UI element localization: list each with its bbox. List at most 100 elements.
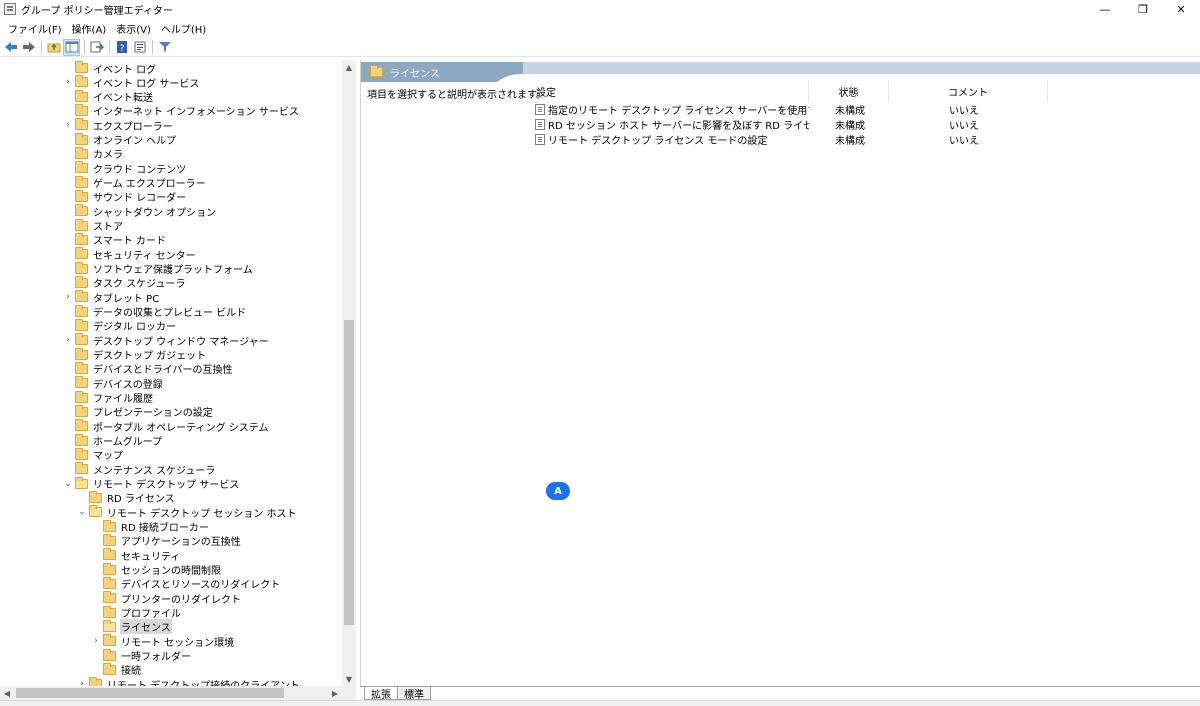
tab-extended[interactable]: 拡張	[364, 687, 398, 701]
back-icon[interactable]	[2, 39, 19, 56]
tree-horizontal-scrollbar[interactable]: ◀ ▶	[0, 686, 356, 700]
tree-item[interactable]: ゲーム エクスプローラー	[63, 175, 207, 191]
tree-item[interactable]: 一時フォルダー	[91, 648, 192, 663]
chevron-down-icon[interactable]: ⌄	[63, 477, 73, 491]
tree-item[interactable]: スマート カード	[63, 232, 167, 248]
tree-item[interactable]: クラウド コンテンツ	[63, 161, 187, 176]
chevron-right-icon[interactable]: ›	[63, 290, 73, 304]
minimize-button[interactable]: —	[1086, 0, 1124, 18]
tree-pane[interactable]: イベント ログ › イベント ログ サービス イベント転送 インターネット インフォメー…	[0, 60, 356, 686]
tree-item-label: イベント ログ	[93, 64, 157, 76]
folder-icon	[75, 447, 88, 460]
properties-icon[interactable]	[131, 39, 148, 56]
chevron-right-icon[interactable]: ›	[63, 333, 73, 347]
tree-item[interactable]: › リモート デスクトップ接続のクライアント	[77, 677, 301, 686]
tree-item[interactable]: › タブレット PC	[63, 290, 160, 305]
tree-item[interactable]: デバイスとドライバーの互換性	[63, 361, 234, 376]
tree-item[interactable]: セキュリティ	[91, 548, 181, 563]
menu-action[interactable]: 操作(A)	[67, 21, 112, 36]
tree-item[interactable]: オンライン ヘルプ	[63, 132, 177, 147]
tree-item[interactable]: › リモート セッション環境	[91, 634, 235, 649]
tree-item[interactable]: RD ライセンス	[77, 490, 176, 505]
scroll-left-arrow-icon[interactable]: ◀	[0, 686, 14, 700]
tree-item[interactable]: RD 接続ブローカー	[91, 519, 210, 534]
filter-icon[interactable]	[156, 39, 173, 56]
toolbar: ?	[0, 38, 1200, 57]
tree-item[interactable]: デバイスとリソースのリダイレクト	[91, 576, 281, 591]
tree-item[interactable]: ストア	[63, 218, 124, 233]
tree-item[interactable]: データの収集とプレビュー ビルド	[63, 304, 247, 319]
tree-item[interactable]: ホームグループ	[63, 433, 163, 448]
chevron-right-icon[interactable]: ›	[63, 118, 73, 132]
tree-vertical-scrollbar[interactable]: ▲ ▼	[342, 60, 356, 686]
tree-item[interactable]: カメラ	[63, 146, 124, 161]
tree-item[interactable]: ソフトウェア保護プラットフォーム	[63, 261, 254, 276]
tree-item[interactable]: デジタル ロッカー	[63, 318, 177, 333]
tree-item[interactable]: インターネット インフォメーション サービス	[63, 103, 300, 118]
close-button[interactable]: ✕	[1162, 0, 1200, 18]
menu-help[interactable]: ヘルプ(H)	[156, 21, 211, 36]
tree-item[interactable]: ライセンス	[91, 619, 172, 635]
tab-standard[interactable]: 標準	[397, 687, 431, 701]
scroll-thumb[interactable]	[344, 320, 354, 625]
tree-item-label: ゲーム エクスプローラー	[93, 179, 206, 191]
list-item[interactable]: リモート デスクトップ ライセンス モードの設定 未構成 いいえ	[533, 132, 1048, 147]
tree-item[interactable]: ポータブル オペレーティング システム	[63, 419, 269, 434]
restore-button[interactable]: ❐	[1124, 0, 1162, 18]
list-item[interactable]: 指定のリモート デスクトップ ライセンス サーバーを使用する 未構成 いいえ	[533, 102, 1048, 117]
tree-item[interactable]: セキュリティ センター	[63, 247, 197, 262]
tree-item[interactable]: タスク スケジューラ	[63, 275, 186, 290]
hscroll-thumb[interactable]	[16, 688, 284, 698]
gpedit-app-icon	[4, 3, 16, 15]
tree-item[interactable]: › デスクトップ ウィンドウ マネージャー	[63, 333, 270, 348]
scroll-up-arrow-icon[interactable]: ▲	[342, 60, 356, 74]
menu-view[interactable]: 表示(V)	[111, 21, 156, 36]
tree-item[interactable]: プロファイル	[91, 605, 182, 620]
tree-item-label: 接続	[121, 666, 141, 678]
up-folder-icon[interactable]	[45, 39, 62, 56]
column-header-state[interactable]: 状態	[809, 81, 889, 102]
tree-item[interactable]: イベント ログ	[63, 61, 157, 76]
scroll-right-arrow-icon[interactable]: ▶	[328, 686, 342, 700]
chevron-right-icon[interactable]: ›	[77, 677, 87, 686]
tree-item[interactable]: セッションの時間制限	[91, 562, 222, 577]
tree-item[interactable]: ⌄ リモート デスクトップ セッション ホスト	[77, 505, 298, 520]
scroll-down-arrow-icon[interactable]: ▼	[342, 672, 356, 686]
list-item[interactable]: RD セッション ホスト サーバーに影響を及ぼす RD ライセンスの問題に...…	[533, 117, 1048, 132]
chevron-down-icon[interactable]: ⌄	[77, 505, 87, 519]
tree-item-label: プレゼンテーションの設定	[93, 408, 213, 420]
folder-icon	[75, 304, 88, 317]
menu-file[interactable]: ファイル(F)	[3, 21, 67, 36]
tree-item[interactable]: › イベント ログ サービス	[63, 75, 200, 90]
forward-icon[interactable]	[20, 39, 37, 56]
tree-item[interactable]: 接続	[91, 662, 142, 678]
tree-item[interactable]: プリンターのリダイレクト	[91, 591, 242, 606]
help-icon[interactable]: ?	[113, 39, 130, 56]
tree-item[interactable]: デバイスの登録	[63, 376, 164, 391]
export-list-icon[interactable]	[88, 39, 105, 56]
folder-icon	[370, 65, 383, 77]
tree-item[interactable]: デスクトップ ガジェット	[63, 347, 207, 362]
tree-item-label: スマート カード	[93, 236, 166, 248]
tree-item[interactable]: メンテナンス スケジューラ	[63, 462, 216, 477]
show-hide-tree-icon[interactable]	[63, 38, 80, 56]
chevron-right-icon[interactable]: ›	[91, 634, 101, 648]
tree-item[interactable]: サウンド レコーダー	[63, 189, 187, 204]
tree-item[interactable]: イベント転送	[63, 89, 154, 104]
tree-item[interactable]: シャットダウン オプション	[63, 204, 217, 219]
column-header-comment[interactable]: コメント	[889, 81, 1048, 102]
tree-item[interactable]: マップ	[63, 447, 124, 462]
tree-item[interactable]: アプリケーションの互換性	[91, 533, 242, 548]
chevron-right-icon[interactable]: ›	[63, 75, 73, 89]
tree-item[interactable]: ⌄ リモート デスクトップ サービス	[63, 476, 240, 491]
tree-item[interactable]: › エクスプローラー	[63, 118, 174, 133]
tree-item[interactable]: プレゼンテーションの設定	[63, 404, 214, 420]
policy-setting-icon	[535, 104, 545, 115]
column-header-setting[interactable]: 設定	[533, 81, 809, 102]
tree-item[interactable]: ファイル履歴	[63, 390, 154, 405]
